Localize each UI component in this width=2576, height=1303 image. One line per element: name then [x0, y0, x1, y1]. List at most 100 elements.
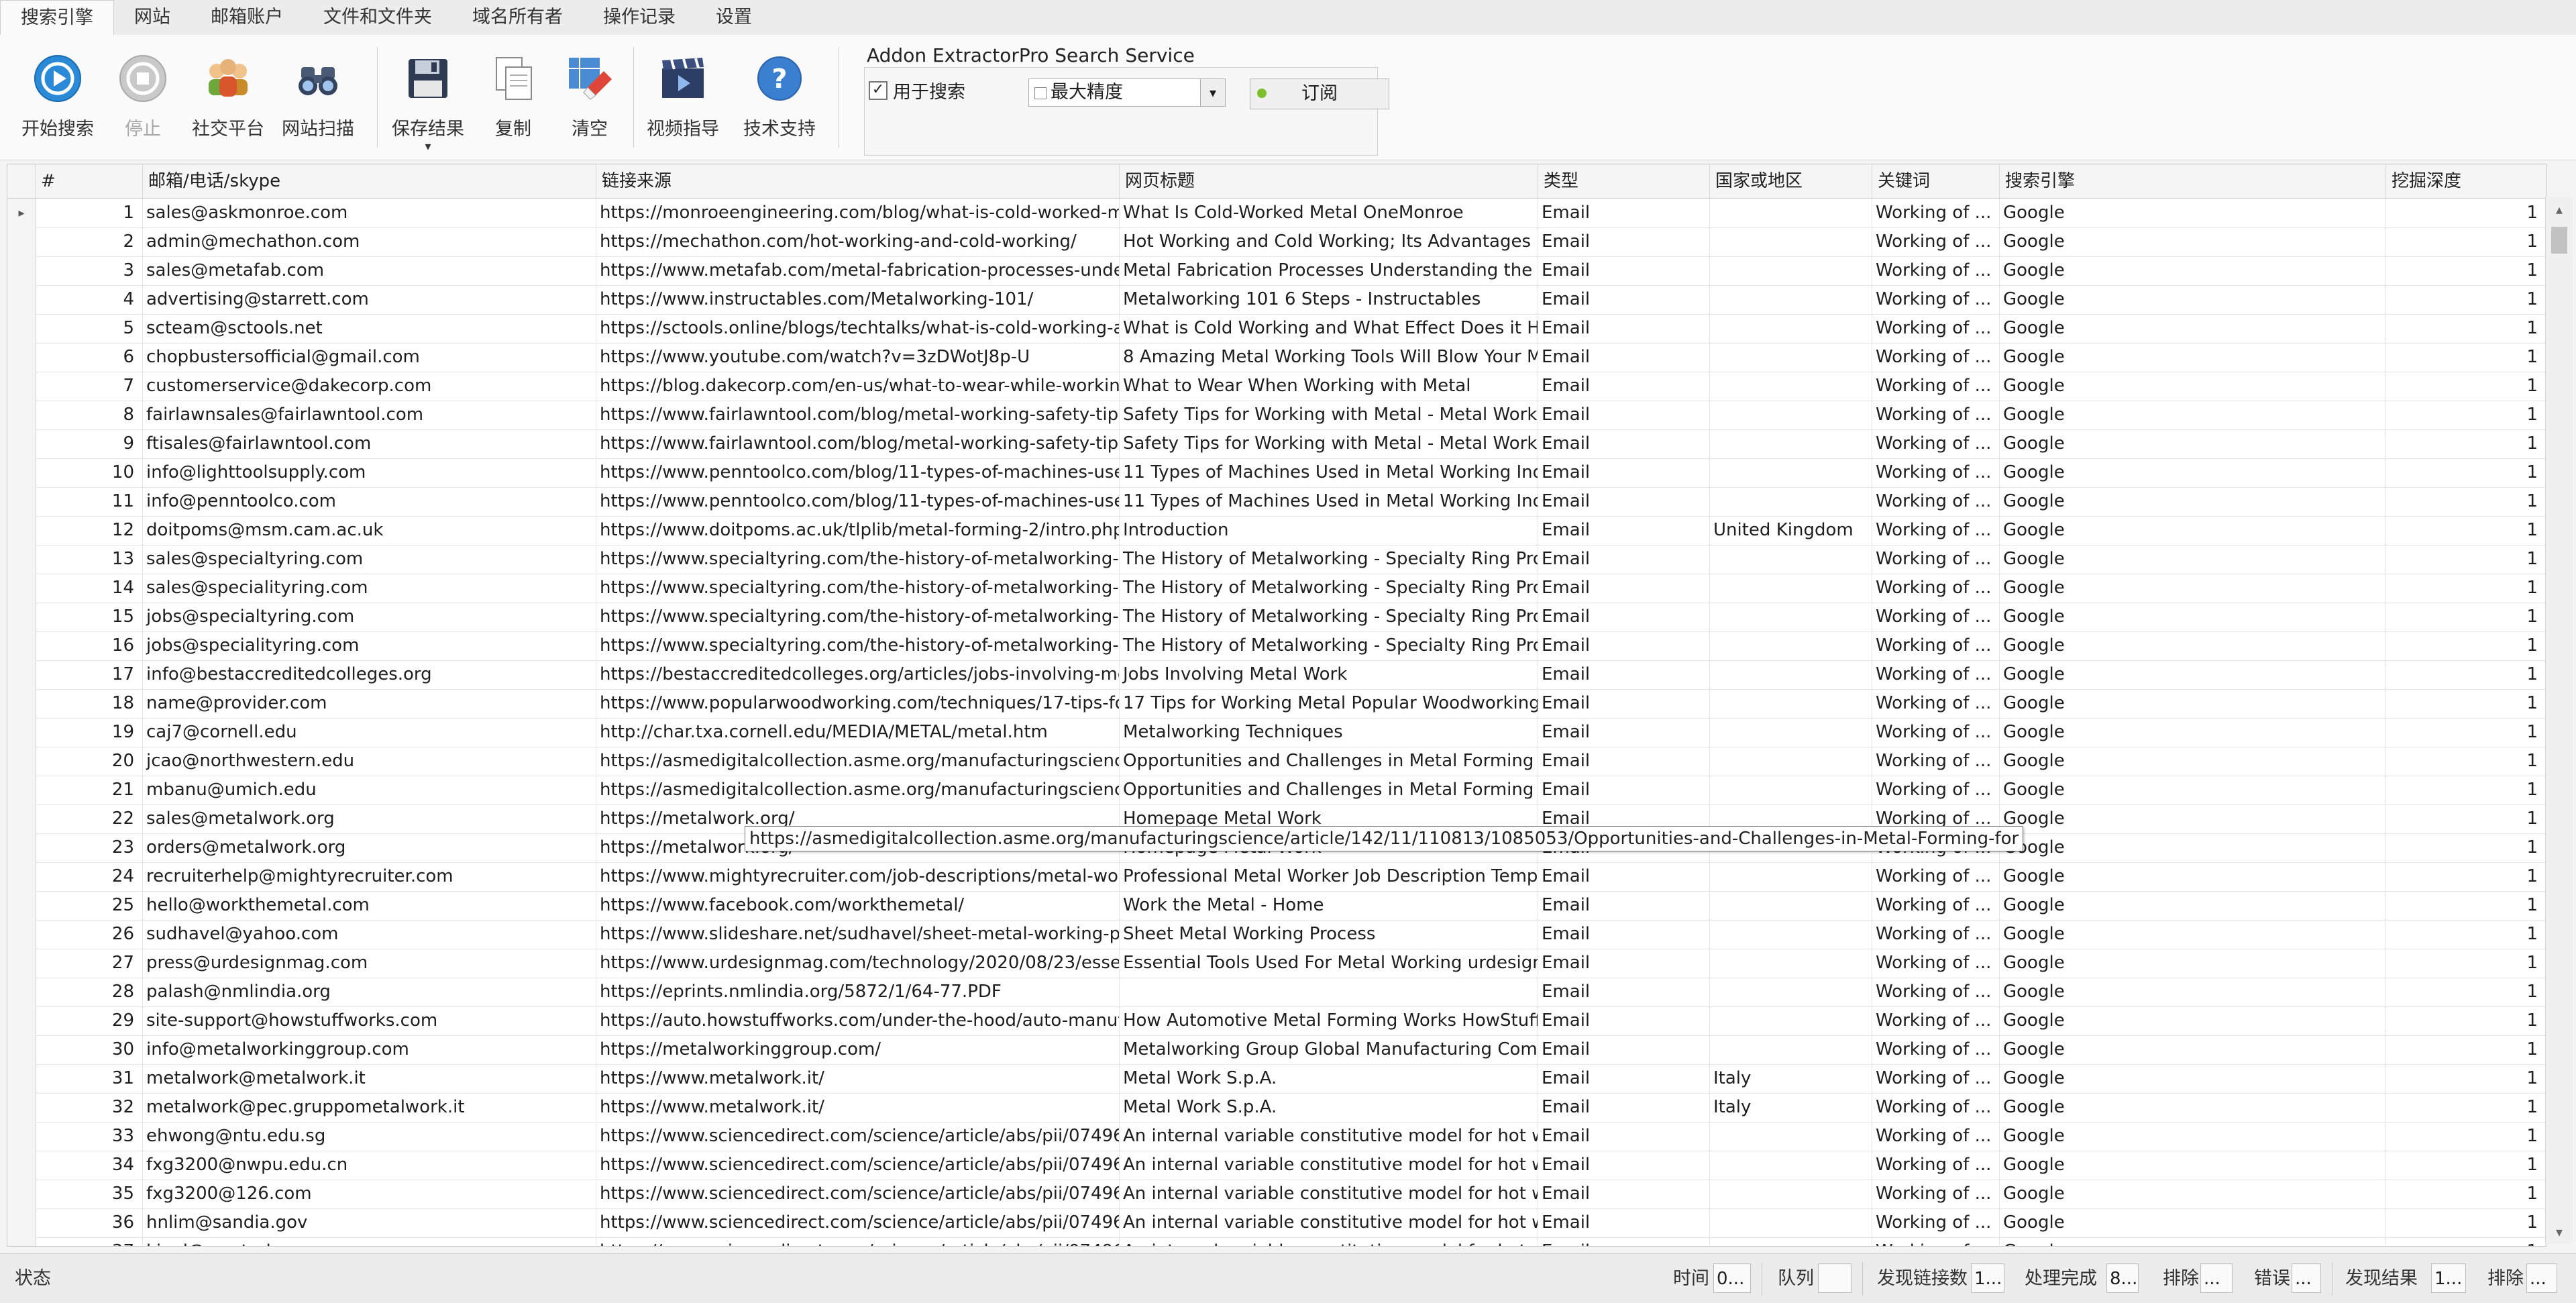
row-indicator[interactable]: [7, 1035, 36, 1064]
cell-index[interactable]: 22: [36, 804, 143, 833]
cell-page-title[interactable]: 11 Types of Machines Used in Metal Worki…: [1120, 458, 1538, 487]
cell-email[interactable]: ehwong@ntu.edu.sg: [143, 1122, 596, 1151]
row-indicator[interactable]: [7, 487, 36, 516]
cell-keyword[interactable]: Working of ...: [1872, 285, 2000, 314]
cell-source-link[interactable]: https://www.youtube.com/watch?v=3zDWotJ8…: [596, 343, 1120, 372]
cell-type[interactable]: Email: [1538, 1180, 1710, 1208]
scroll-down-icon[interactable]: ▾: [2546, 1220, 2573, 1244]
cell-source-link[interactable]: https://www.urdesignmag.com/technology/2…: [596, 949, 1120, 978]
cell-source-link[interactable]: https://www.facebook.com/workthemetal/: [596, 891, 1120, 920]
table-row[interactable]: 29 site-support@howstuffworks.com https://…: [7, 1006, 2546, 1036]
table-row[interactable]: 16 jobs@specialityring.com https://www.spe…: [7, 631, 2546, 661]
cell-index[interactable]: 30: [36, 1035, 143, 1064]
table-row[interactable]: 7 customerservice@dakecorp.com https://blo…: [7, 372, 2546, 401]
row-indicator[interactable]: [7, 1122, 36, 1151]
row-indicator[interactable]: [7, 1151, 36, 1180]
row-indicator[interactable]: [7, 227, 36, 256]
cell-page-title[interactable]: Work the Metal - Home: [1120, 891, 1538, 920]
cell-country[interactable]: [1710, 949, 1872, 978]
cell-source-link[interactable]: https://metalworkinggroup.com/: [596, 1035, 1120, 1064]
cell-index[interactable]: 21: [36, 776, 143, 804]
cell-page-title[interactable]: An internal variable constitutive model …: [1120, 1180, 1538, 1208]
tab-files-folders[interactable]: 文件和文件夹: [303, 0, 452, 35]
row-indicator[interactable]: [7, 833, 36, 862]
cell-index[interactable]: 2: [36, 227, 143, 256]
cell-keyword[interactable]: Working of ...: [1872, 343, 2000, 372]
cell-keyword[interactable]: Working of ...: [1872, 1035, 2000, 1064]
row-indicator[interactable]: [7, 603, 36, 631]
cell-search-engine[interactable]: Google: [2000, 862, 2386, 891]
cell-country[interactable]: United Kingdom: [1710, 516, 1872, 545]
scroll-up-icon[interactable]: ▴: [2546, 197, 2573, 221]
cell-search-engine[interactable]: Google: [2000, 343, 2386, 372]
cell-depth[interactable]: 1: [2386, 574, 2546, 603]
table-row[interactable]: 11 info@penntoolco.com https://www.penntoo…: [7, 487, 2546, 517]
table-row[interactable]: 9 ftisales@fairlawntool.com https://www.fa…: [7, 429, 2546, 459]
cell-keyword[interactable]: Working of ...: [1872, 1237, 2000, 1246]
cell-page-title[interactable]: 8 Amazing Metal Working Tools Will Blow …: [1120, 343, 1538, 372]
cell-index[interactable]: 20: [36, 747, 143, 776]
cell-search-engine[interactable]: Google: [2000, 574, 2386, 603]
cell-index[interactable]: 34: [36, 1151, 143, 1180]
cell-type[interactable]: Email: [1538, 285, 1710, 314]
cell-page-title[interactable]: Jobs Involving Metal Work: [1120, 660, 1538, 689]
cell-search-engine[interactable]: Google: [2000, 1237, 2386, 1246]
cell-depth[interactable]: 1: [2386, 1006, 2546, 1035]
cell-type[interactable]: Email: [1538, 516, 1710, 545]
cell-keyword[interactable]: Working of ...: [1872, 1093, 2000, 1122]
table-row[interactable]: 19 caj7@cornell.edu http://char.txa.cornel…: [7, 718, 2546, 747]
cell-country[interactable]: [1710, 429, 1872, 458]
table-row[interactable]: 18 name@provider.com https://www.popularwo…: [7, 689, 2546, 719]
cell-index[interactable]: 4: [36, 285, 143, 314]
cell-email[interactable]: metalwork@pec.gruppometalwork.it: [143, 1093, 596, 1122]
cell-index[interactable]: 33: [36, 1122, 143, 1151]
cell-index[interactable]: 5: [36, 314, 143, 343]
row-indicator[interactable]: [7, 1180, 36, 1208]
table-row[interactable]: 10 info@lighttoolsupply.com https://www.pe…: [7, 458, 2546, 488]
cell-source-link[interactable]: https://www.fairlawntool.com/blog/metal-…: [596, 429, 1120, 458]
cell-country[interactable]: [1710, 689, 1872, 718]
cell-keyword[interactable]: Working of ...: [1872, 718, 2000, 747]
cell-index[interactable]: 31: [36, 1064, 143, 1093]
cell-page-title[interactable]: Metal Work S.p.A.: [1120, 1093, 1538, 1122]
cell-depth[interactable]: 1: [2386, 804, 2546, 833]
cell-page-title[interactable]: An internal variable constitutive model …: [1120, 1122, 1538, 1151]
cell-depth[interactable]: 1: [2386, 978, 2546, 1006]
cell-keyword[interactable]: Working of ...: [1872, 1122, 2000, 1151]
cell-email[interactable]: recruiterhelp@mightyrecruiter.com: [143, 862, 596, 891]
cell-keyword[interactable]: Working of ...: [1872, 862, 2000, 891]
row-indicator[interactable]: [7, 718, 36, 747]
cell-search-engine[interactable]: Google: [2000, 1208, 2386, 1237]
cell-source-link[interactable]: https://www.doitpoms.ac.uk/tlplib/metal-…: [596, 516, 1120, 545]
start-search-button[interactable]: 开始搜索: [16, 47, 99, 154]
cell-type[interactable]: Email: [1538, 1093, 1710, 1122]
row-indicator[interactable]: ▸: [7, 199, 36, 227]
table-row[interactable]: 27 press@urdesignmag.com https://www.urdes…: [7, 949, 2546, 978]
cell-search-engine[interactable]: Google: [2000, 401, 2386, 429]
cell-search-engine[interactable]: Google: [2000, 516, 2386, 545]
cell-page-title[interactable]: Metalworking Group Global Manufacturing …: [1120, 1035, 1538, 1064]
table-row[interactable]: 3 sales@metafab.com https://www.metafab.co…: [7, 256, 2546, 286]
cell-country[interactable]: [1710, 920, 1872, 949]
cell-keyword[interactable]: Working of ...: [1872, 429, 2000, 458]
cell-email[interactable]: palash@nmlindia.org: [143, 978, 596, 1006]
table-row[interactable]: 32 metalwork@pec.gruppometalwork.it https:…: [7, 1093, 2546, 1123]
cell-type[interactable]: Email: [1538, 1064, 1710, 1093]
cell-email[interactable]: fxg3200@nwpu.edu.cn: [143, 1151, 596, 1180]
cell-source-link[interactable]: https://www.sciencedirect.com/science/ar…: [596, 1122, 1120, 1151]
cell-source-link[interactable]: https://asmedigitalcollection.asme.org/m…: [596, 776, 1120, 804]
row-indicator[interactable]: [7, 978, 36, 1006]
cell-page-title[interactable]: Professional Metal Worker Job Descriptio…: [1120, 862, 1538, 891]
table-row[interactable]: 2 admin@mechathon.com https://mechathon.co…: [7, 227, 2546, 257]
cell-search-engine[interactable]: Google: [2000, 199, 2386, 227]
cell-email[interactable]: info@lighttoolsupply.com: [143, 458, 596, 487]
cell-depth[interactable]: 1: [2386, 285, 2546, 314]
cell-search-engine[interactable]: Google: [2000, 833, 2386, 862]
cell-country[interactable]: [1710, 776, 1872, 804]
cell-page-title[interactable]: Metalworking 101 6 Steps - Instructables: [1120, 285, 1538, 314]
cell-search-engine[interactable]: Google: [2000, 227, 2386, 256]
cell-type[interactable]: Email: [1538, 429, 1710, 458]
cell-type[interactable]: Email: [1538, 401, 1710, 429]
row-indicator[interactable]: [7, 1006, 36, 1035]
cell-depth[interactable]: 1: [2386, 314, 2546, 343]
